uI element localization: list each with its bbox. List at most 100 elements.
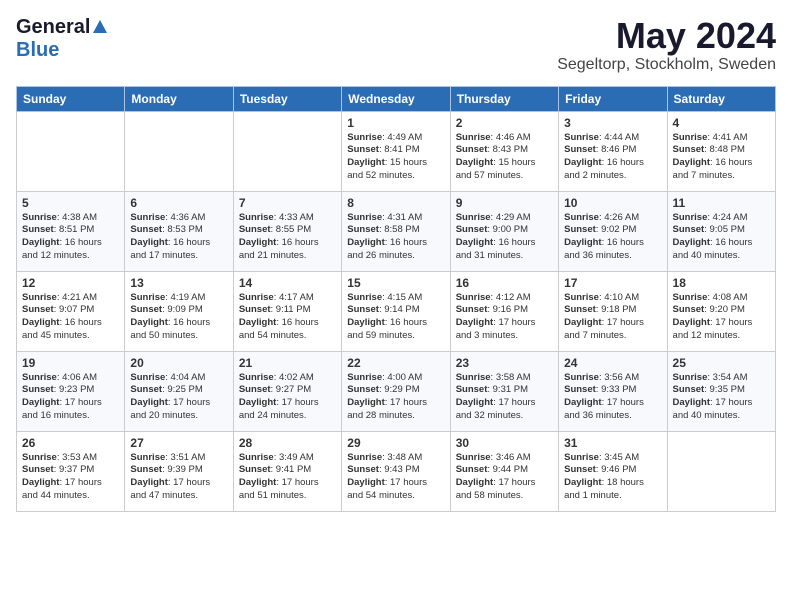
- day-content: Sunrise: 4:15 AM Sunset: 9:14 PM Dayligh…: [347, 292, 444, 343]
- calendar-day-header: Friday: [559, 86, 667, 111]
- calendar-cell: 24 Sunrise: 3:56 AM Sunset: 9:33 PM Dayli…: [559, 351, 667, 431]
- day-number: 23: [456, 356, 553, 370]
- day-number: 29: [347, 436, 444, 450]
- day-number: 22: [347, 356, 444, 370]
- day-number: 20: [130, 356, 227, 370]
- calendar-cell: 6 Sunrise: 4:36 AM Sunset: 8:53 PM Daylig…: [125, 191, 233, 271]
- day-content: Sunrise: 4:44 AM Sunset: 8:46 PM Dayligh…: [564, 132, 661, 183]
- month-title: May 2024: [557, 16, 776, 56]
- day-content: Sunrise: 3:56 AM Sunset: 9:33 PM Dayligh…: [564, 372, 661, 423]
- day-number: 25: [673, 356, 770, 370]
- day-number: 11: [673, 196, 770, 210]
- day-number: 12: [22, 276, 119, 290]
- day-number: 2: [456, 116, 553, 130]
- day-content: Sunrise: 4:21 AM Sunset: 9:07 PM Dayligh…: [22, 292, 119, 343]
- day-content: Sunrise: 4:31 AM Sunset: 8:58 PM Dayligh…: [347, 212, 444, 263]
- day-content: Sunrise: 4:46 AM Sunset: 8:43 PM Dayligh…: [456, 132, 553, 183]
- calendar-cell: 23 Sunrise: 3:58 AM Sunset: 9:31 PM Dayli…: [450, 351, 558, 431]
- calendar-cell: 29 Sunrise: 3:48 AM Sunset: 9:43 PM Dayli…: [342, 431, 450, 511]
- day-number: 19: [22, 356, 119, 370]
- day-content: Sunrise: 4:26 AM Sunset: 9:02 PM Dayligh…: [564, 212, 661, 263]
- calendar-cell: [667, 431, 775, 511]
- day-content: Sunrise: 4:06 AM Sunset: 9:23 PM Dayligh…: [22, 372, 119, 423]
- day-content: Sunrise: 3:45 AM Sunset: 9:46 PM Dayligh…: [564, 452, 661, 503]
- day-number: 10: [564, 196, 661, 210]
- calendar-week-row: 5 Sunrise: 4:38 AM Sunset: 8:51 PM Daylig…: [17, 191, 776, 271]
- day-content: Sunrise: 4:04 AM Sunset: 9:25 PM Dayligh…: [130, 372, 227, 423]
- calendar-cell: 20 Sunrise: 4:04 AM Sunset: 9:25 PM Dayli…: [125, 351, 233, 431]
- day-number: 24: [564, 356, 661, 370]
- day-number: 4: [673, 116, 770, 130]
- calendar-cell: 7Sunrise: 4:33 AM Sunset: 8:55 PM Daylig…: [233, 191, 341, 271]
- page-header: General Blue May 2024 Segeltorp, Stockho…: [16, 16, 776, 74]
- title-block: May 2024 Segeltorp, Stockholm, Sweden: [557, 16, 776, 74]
- calendar-cell: 21 Sunrise: 4:02 AM Sunset: 9:27 PM Dayli…: [233, 351, 341, 431]
- day-content: Sunrise: 4:38 AM Sunset: 8:51 PM Dayligh…: [22, 212, 119, 263]
- day-content: Sunrise: 3:53 AM Sunset: 9:37 PM Dayligh…: [22, 452, 119, 503]
- calendar-cell: 17 Sunrise: 4:10 AM Sunset: 9:18 PM Dayli…: [559, 271, 667, 351]
- day-content: Sunrise: 4:24 AM Sunset: 9:05 PM Dayligh…: [673, 212, 770, 263]
- day-content: Sunrise: 4:49 AM Sunset: 8:41 PM Dayligh…: [347, 132, 444, 183]
- calendar-cell: 9Sunrise: 4:29 AM Sunset: 9:00 PM Daylig…: [450, 191, 558, 271]
- day-content: Sunrise: 4:41 AM Sunset: 8:48 PM Dayligh…: [673, 132, 770, 183]
- day-content: Sunrise: 4:19 AM Sunset: 9:09 PM Dayligh…: [130, 292, 227, 343]
- calendar-cell: 10 Sunrise: 4:26 AM Sunset: 9:02 PM Dayli…: [559, 191, 667, 271]
- logo-blue-text: Blue: [16, 39, 59, 61]
- calendar-cell: 28Sunrise: 3:49 AM Sunset: 9:41 PM Dayli…: [233, 431, 341, 511]
- calendar-cell: [233, 111, 341, 191]
- day-number: 27: [130, 436, 227, 450]
- day-content: Sunrise: 3:58 AM Sunset: 9:31 PM Dayligh…: [456, 372, 553, 423]
- calendar-cell: 27 Sunrise: 3:51 AM Sunset: 9:39 PM Dayli…: [125, 431, 233, 511]
- day-content: Sunrise: 4:02 AM Sunset: 9:27 PM Dayligh…: [239, 372, 336, 423]
- calendar-cell: 25 Sunrise: 3:54 AM Sunset: 9:35 PM Dayli…: [667, 351, 775, 431]
- calendar-week-row: 19 Sunrise: 4:06 AM Sunset: 9:23 PM Dayli…: [17, 351, 776, 431]
- day-number: 18: [673, 276, 770, 290]
- day-content: Sunrise: 4:00 AM Sunset: 9:29 PM Dayligh…: [347, 372, 444, 423]
- calendar-week-row: 1Sunrise: 4:49 AM Sunset: 8:41 PM Daylig…: [17, 111, 776, 191]
- day-content: Sunrise: 4:33 AM Sunset: 8:55 PM Dayligh…: [239, 212, 336, 263]
- calendar-cell: 30Sunrise: 3:46 AM Sunset: 9:44 PM Dayli…: [450, 431, 558, 511]
- day-content: Sunrise: 4:10 AM Sunset: 9:18 PM Dayligh…: [564, 292, 661, 343]
- day-number: 28: [239, 436, 336, 450]
- calendar-day-header: Monday: [125, 86, 233, 111]
- day-content: Sunrise: 4:12 AM Sunset: 9:16 PM Dayligh…: [456, 292, 553, 343]
- calendar-cell: 31 Sunrise: 3:45 AM Sunset: 9:46 PM Dayli…: [559, 431, 667, 511]
- calendar-cell: 15 Sunrise: 4:15 AM Sunset: 9:14 PM Dayli…: [342, 271, 450, 351]
- day-content: Sunrise: 4:29 AM Sunset: 9:00 PM Dayligh…: [456, 212, 553, 263]
- calendar-cell: 22 Sunrise: 4:00 AM Sunset: 9:29 PM Dayli…: [342, 351, 450, 431]
- day-number: 6: [130, 196, 227, 210]
- day-number: 31: [564, 436, 661, 450]
- day-number: 16: [456, 276, 553, 290]
- logo: General Blue: [16, 16, 107, 62]
- calendar-cell: 2 Sunrise: 4:46 AM Sunset: 8:43 PM Daylig…: [450, 111, 558, 191]
- day-content: Sunrise: 3:54 AM Sunset: 9:35 PM Dayligh…: [673, 372, 770, 423]
- logo-triangle-icon: [93, 20, 107, 33]
- calendar-table: SundayMondayTuesdayWednesdayThursdayFrid…: [16, 86, 776, 512]
- calendar-cell: 3Sunrise: 4:44 AM Sunset: 8:46 PM Daylig…: [559, 111, 667, 191]
- calendar-cell: 5 Sunrise: 4:38 AM Sunset: 8:51 PM Daylig…: [17, 191, 125, 271]
- calendar-day-header: Sunday: [17, 86, 125, 111]
- calendar-cell: 18 Sunrise: 4:08 AM Sunset: 9:20 PM Dayli…: [667, 271, 775, 351]
- calendar-cell: 1Sunrise: 4:49 AM Sunset: 8:41 PM Daylig…: [342, 111, 450, 191]
- day-content: Sunrise: 4:17 AM Sunset: 9:11 PM Dayligh…: [239, 292, 336, 343]
- day-content: Sunrise: 3:51 AM Sunset: 9:39 PM Dayligh…: [130, 452, 227, 503]
- calendar-cell: 16 Sunrise: 4:12 AM Sunset: 9:16 PM Dayli…: [450, 271, 558, 351]
- day-content: Sunrise: 3:46 AM Sunset: 9:44 PM Dayligh…: [456, 452, 553, 503]
- day-content: Sunrise: 4:36 AM Sunset: 8:53 PM Dayligh…: [130, 212, 227, 263]
- logo-general-text: General: [16, 16, 90, 39]
- calendar-body: 1Sunrise: 4:49 AM Sunset: 8:41 PM Daylig…: [17, 111, 776, 511]
- calendar-day-header: Wednesday: [342, 86, 450, 111]
- calendar-day-header: Thursday: [450, 86, 558, 111]
- calendar-cell: 14 Sunrise: 4:17 AM Sunset: 9:11 PM Dayli…: [233, 271, 341, 351]
- day-number: 13: [130, 276, 227, 290]
- day-number: 21: [239, 356, 336, 370]
- calendar-header-row: SundayMondayTuesdayWednesdayThursdayFrid…: [17, 86, 776, 111]
- day-number: 17: [564, 276, 661, 290]
- day-number: 5: [22, 196, 119, 210]
- day-content: Sunrise: 4:08 AM Sunset: 9:20 PM Dayligh…: [673, 292, 770, 343]
- day-number: 14: [239, 276, 336, 290]
- day-content: Sunrise: 3:48 AM Sunset: 9:43 PM Dayligh…: [347, 452, 444, 503]
- day-number: 15: [347, 276, 444, 290]
- calendar-cell: [17, 111, 125, 191]
- calendar-cell: 12 Sunrise: 4:21 AM Sunset: 9:07 PM Dayli…: [17, 271, 125, 351]
